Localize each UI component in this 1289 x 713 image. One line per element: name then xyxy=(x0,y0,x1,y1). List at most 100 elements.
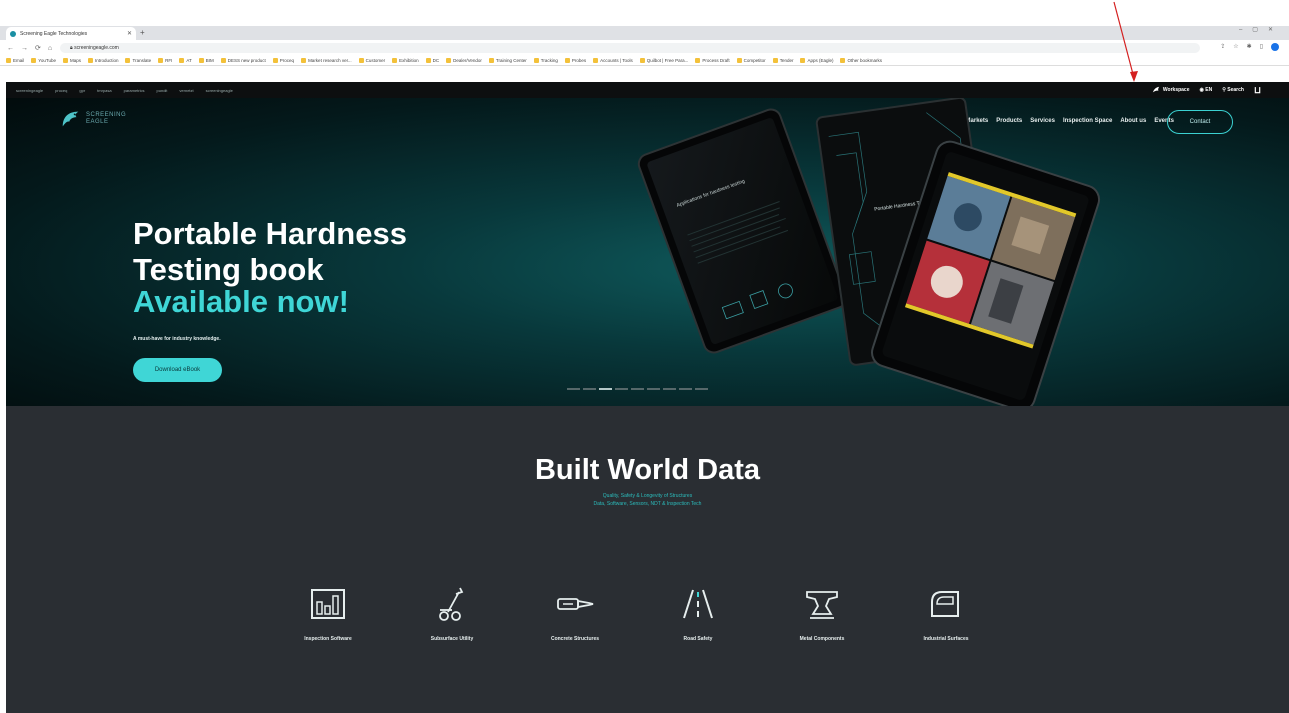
brand-link[interactable]: parametrics xyxy=(124,88,145,93)
cart-icon[interactable]: ⊔ xyxy=(1254,85,1261,96)
brand-link[interactable]: pundit xyxy=(157,88,168,93)
reload-icon[interactable]: ⟳ xyxy=(35,44,41,52)
bookmark-item[interactable]: RFI xyxy=(158,58,172,63)
folder-icon xyxy=(425,58,431,63)
lock-icon: 🔒︎ xyxy=(70,45,73,51)
category-inspection-software[interactable]: Inspection Software xyxy=(268,584,388,642)
bookmark-item[interactable]: Apps (Eagle) xyxy=(800,58,833,63)
bookmark-label: Training Center xyxy=(495,58,527,63)
eagle-logo-icon xyxy=(62,111,79,127)
bookmark-item[interactable]: Customer xyxy=(358,58,385,63)
folder-icon xyxy=(840,58,846,63)
top-link-strip: screeningeagle proceq gpr tmrpasa parametric… xyxy=(6,82,1289,98)
bookmark-item[interactable]: Quilbot | Free Para... xyxy=(639,58,689,63)
bookmark-item[interactable]: Exhibition xyxy=(392,58,419,63)
back-icon[interactable]: ← xyxy=(7,45,14,52)
brand-link[interactable]: tmrpasa xyxy=(97,88,111,93)
site-favicon-icon xyxy=(10,30,16,37)
browser-tab[interactable]: Screening Eagle Technologies ✕ xyxy=(6,27,136,40)
forward-icon[interactable]: → xyxy=(21,45,28,52)
bookmark-item[interactable]: BIM xyxy=(198,58,214,63)
carousel-dot[interactable] xyxy=(663,388,676,390)
carousel-dot[interactable] xyxy=(615,388,628,390)
address-bar[interactable]: 🔒︎ screeningeagle.com xyxy=(60,43,1200,53)
window-controls-icon[interactable]: –▢✕ xyxy=(1239,26,1283,33)
search-link[interactable]: ⚲ Search xyxy=(1222,87,1244,93)
hero-accent-text: Available now! xyxy=(133,284,349,319)
folder-icon xyxy=(198,58,204,63)
bookmark-item[interactable]: Competitor xyxy=(736,58,766,63)
brand-link[interactable]: screeningeagle xyxy=(206,88,233,93)
category-subsurface-utility[interactable]: Subsurface Utility xyxy=(392,584,512,642)
bookmark-item[interactable]: DC xyxy=(425,58,439,63)
bookmark-item[interactable]: Market research ver... xyxy=(301,58,352,63)
bookmark-label: Market research ver... xyxy=(308,58,352,63)
brand-links: screeningeagle proceq gpr tmrpasa parametric… xyxy=(6,88,233,93)
category-concrete-structures[interactable]: Concrete Structures xyxy=(515,584,635,642)
bookmark-item[interactable]: Process Draft xyxy=(695,58,730,63)
bookmark-item[interactable]: Tracking xyxy=(533,58,558,63)
bookmark-label: DESS new product xyxy=(227,58,266,63)
road-icon xyxy=(683,589,713,619)
carousel-dot[interactable] xyxy=(695,388,708,390)
bookmark-item[interactable]: Probes xyxy=(564,58,586,63)
close-tab-icon[interactable]: ✕ xyxy=(127,30,132,37)
bookmark-item[interactable]: DESS new product xyxy=(220,58,266,63)
profile-avatar-icon[interactable] xyxy=(1271,43,1279,51)
carousel-dot-active[interactable] xyxy=(599,388,612,390)
brand-link[interactable]: screeningeagle xyxy=(16,88,43,93)
brand-link[interactable]: gpr xyxy=(79,88,85,93)
bookmark-item[interactable]: Training Center xyxy=(488,58,527,63)
bookmark-label: Accounts | Tools xyxy=(600,58,633,63)
download-ebook-button[interactable]: Download eBook xyxy=(133,358,222,382)
category-industrial-surfaces[interactable]: Industrial Surfaces xyxy=(886,584,1006,642)
bookmark-item[interactable]: Introduction xyxy=(87,58,118,63)
bookmark-item[interactable]: Tender xyxy=(772,58,794,63)
sidepanel-icon[interactable]: ▯ xyxy=(1260,43,1263,51)
bookmark-item[interactable]: Other bookmarks xyxy=(840,58,882,63)
bar-chart-icon xyxy=(311,589,345,619)
bookmark-label: AT xyxy=(186,58,192,63)
language-selector[interactable]: ◉ EN xyxy=(1200,87,1213,93)
category-label: Subsurface Utility xyxy=(430,636,474,642)
extensions-icon[interactable]: ✱ xyxy=(1247,43,1252,51)
bookmark-label: RFI xyxy=(165,58,173,63)
top-right-links: Workspace ◉ EN ⚲ Search ⊔ xyxy=(1152,82,1261,98)
bookmark-item[interactable]: Translate xyxy=(125,58,151,63)
bookmark-label: Tender xyxy=(779,58,794,63)
bookmark-item[interactable]: Proceq xyxy=(272,58,295,63)
bookmark-label: Proceq xyxy=(279,58,295,63)
folder-icon xyxy=(736,58,742,63)
bookmark-label: Quilbot | Free Para... xyxy=(646,58,689,63)
folder-icon xyxy=(358,58,364,63)
contact-button[interactable]: Contact xyxy=(1167,110,1233,134)
carousel-dot[interactable] xyxy=(567,388,580,390)
globe-icon: ◉ xyxy=(1199,87,1204,93)
site-logo[interactable]: SCREENING EAGLE xyxy=(60,108,126,130)
workspace-label: Workspace xyxy=(1162,87,1190,93)
carousel-dot[interactable] xyxy=(631,388,644,390)
bookmark-label: BIM xyxy=(205,58,214,63)
home-icon[interactable]: ⌂ xyxy=(48,45,52,52)
bookmark-item[interactable]: Maps xyxy=(62,58,81,63)
carousel-dot[interactable] xyxy=(679,388,692,390)
share-icon[interactable]: ⇪ xyxy=(1220,43,1225,51)
carousel-dot[interactable] xyxy=(647,388,660,390)
folder-icon xyxy=(301,58,307,63)
brand-link[interactable]: vernetzt xyxy=(179,88,193,93)
brand-link[interactable]: proceq xyxy=(55,88,67,93)
category-metal-components[interactable]: Metal Components xyxy=(762,584,882,642)
star-icon[interactable]: ☆ xyxy=(1233,43,1238,51)
carousel-dot[interactable] xyxy=(583,388,596,390)
new-tab-icon[interactable]: + xyxy=(140,28,145,37)
workspace-link[interactable]: Workspace xyxy=(1152,86,1190,94)
category-road-safety[interactable]: Road Safety xyxy=(638,584,758,642)
folder-icon xyxy=(533,58,539,63)
bookmark-item[interactable]: AT xyxy=(179,58,192,63)
bookmark-item[interactable]: Dealer/Vendor xyxy=(446,58,482,63)
bookmark-item[interactable]: Accounts | Tools xyxy=(593,58,633,63)
bookmark-label: YouTube xyxy=(38,58,56,63)
bookmark-item[interactable]: YouTube xyxy=(31,58,56,63)
bookmark-item[interactable]: Email xyxy=(6,58,24,63)
folder-icon xyxy=(488,58,494,63)
